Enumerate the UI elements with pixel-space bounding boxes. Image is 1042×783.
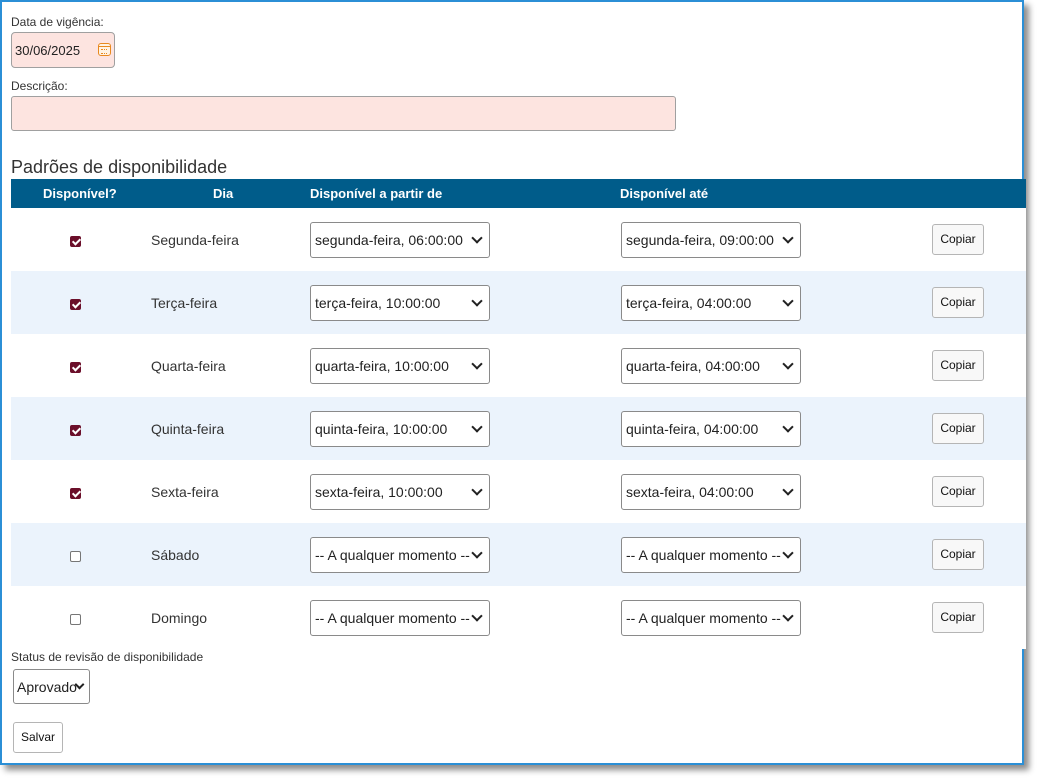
select-value: segunda-feira, 06:00:00 — [315, 232, 463, 248]
chevron-down-icon — [782, 421, 794, 433]
copy-button[interactable]: Copiar — [932, 476, 984, 507]
available-checkbox[interactable] — [70, 614, 81, 625]
select-value: -- A qualquer momento -- — [626, 610, 781, 626]
copy-button[interactable]: Copiar — [932, 602, 984, 633]
select-value: -- A qualquer momento -- — [626, 547, 781, 563]
chevron-down-icon — [471, 484, 483, 496]
chevron-down-icon — [471, 358, 483, 370]
chevron-down-icon — [782, 295, 794, 307]
chevron-down-icon — [782, 232, 794, 244]
window-frame: Data de vigência: 30/06/2025 Descrição: … — [0, 0, 1026, 765]
table-row: Sábado -- A qualquer momento -- -- A qua… — [11, 523, 1026, 586]
header-available-from: Disponível a partir de — [310, 186, 443, 201]
day-name: Quinta-feira — [151, 421, 225, 437]
day-name: Sexta-feira — [151, 484, 219, 500]
select-value: Aprovado — [17, 679, 77, 695]
available-checkbox[interactable] — [70, 362, 81, 373]
available-from-select[interactable]: segunda-feira, 06:00:00 — [310, 222, 490, 258]
select-value: terça-feira, 04:00:00 — [626, 295, 752, 311]
table-row: Domingo -- A qualquer momento -- -- A qu… — [11, 586, 1026, 649]
select-value: sexta-feira, 10:00:00 — [315, 484, 443, 500]
table-row: Quinta-feira quinta-feira, 10:00:00 quin… — [11, 397, 1026, 460]
available-checkbox[interactable] — [70, 299, 81, 310]
available-to-select[interactable]: -- A qualquer momento -- — [621, 600, 801, 636]
chevron-down-icon — [471, 295, 483, 307]
table-header: Disponível? Dia Disponível a partir de D… — [11, 179, 1026, 208]
available-from-select[interactable]: terça-feira, 10:00:00 — [310, 285, 490, 321]
chevron-down-icon — [471, 610, 483, 622]
available-from-select[interactable]: -- A qualquer momento -- — [310, 600, 490, 636]
header-available-to: Disponível até — [620, 186, 709, 201]
select-value: quinta-feira, 10:00:00 — [315, 421, 448, 437]
description-field[interactable] — [11, 96, 676, 131]
table-row: Terça-feira terça-feira, 10:00:00 terça-… — [11, 271, 1026, 334]
copy-button[interactable]: Copiar — [932, 287, 984, 318]
select-value: sexta-feira, 04:00:00 — [626, 484, 754, 500]
available-checkbox[interactable] — [70, 551, 81, 562]
available-to-select[interactable]: segunda-feira, 09:00:00 — [621, 222, 801, 258]
chevron-down-icon — [471, 232, 483, 244]
review-status-label: Status de revisão de disponibilidade — [11, 650, 204, 664]
availability-table: Disponível? Dia Disponível a partir de D… — [11, 179, 1026, 649]
effective-date-field[interactable]: 30/06/2025 — [11, 32, 115, 68]
chevron-down-icon — [782, 610, 794, 622]
available-to-select[interactable]: quinta-feira, 04:00:00 — [621, 411, 801, 447]
date-label: Data de vigência: — [11, 15, 104, 29]
available-from-select[interactable]: quinta-feira, 10:00:00 — [310, 411, 490, 447]
calendar-icon[interactable] — [98, 43, 111, 56]
copy-button[interactable]: Copiar — [932, 413, 984, 444]
date-value: 30/06/2025 — [15, 43, 81, 58]
select-value: -- A qualquer momento -- — [315, 610, 470, 626]
available-from-select[interactable]: -- A qualquer momento -- — [310, 537, 490, 573]
available-checkbox[interactable] — [70, 425, 81, 436]
chevron-down-icon — [471, 547, 483, 559]
available-from-select[interactable]: sexta-feira, 10:00:00 — [310, 474, 490, 510]
day-name: Domingo — [151, 610, 208, 626]
section-title: Padrões de disponibilidade — [11, 157, 228, 177]
available-checkbox[interactable] — [70, 488, 81, 499]
description-label: Descrição: — [11, 79, 68, 93]
chevron-down-icon — [782, 547, 794, 559]
save-button[interactable]: Salvar — [13, 722, 63, 753]
select-value: terça-feira, 10:00:00 — [315, 295, 441, 311]
copy-button[interactable]: Copiar — [932, 224, 984, 255]
available-to-select[interactable]: quarta-feira, 04:00:00 — [621, 348, 801, 384]
header-day: Dia — [213, 186, 234, 201]
select-value: segunda-feira, 09:00:00 — [626, 232, 774, 248]
day-name: Segunda-feira — [151, 232, 239, 248]
copy-button[interactable]: Copiar — [932, 350, 984, 381]
available-checkbox[interactable] — [70, 236, 81, 247]
available-to-select[interactable]: terça-feira, 04:00:00 — [621, 285, 801, 321]
day-name: Quarta-feira — [151, 358, 226, 374]
header-available: Disponível? — [43, 186, 117, 201]
available-to-select[interactable]: -- A qualquer momento -- — [621, 537, 801, 573]
table-body: Segunda-feira segunda-feira, 06:00:00 se… — [11, 208, 1026, 649]
chevron-down-icon — [782, 358, 794, 370]
table-row: Segunda-feira segunda-feira, 06:00:00 se… — [11, 208, 1026, 271]
chevron-down-icon — [471, 421, 483, 433]
day-name: Terça-feira — [151, 295, 218, 311]
select-value: quinta-feira, 04:00:00 — [626, 421, 759, 437]
select-value: quarta-feira, 04:00:00 — [626, 358, 760, 374]
review-status-select[interactable]: Aprovado — [13, 669, 90, 704]
select-value: quarta-feira, 10:00:00 — [315, 358, 449, 374]
copy-button[interactable]: Copiar — [932, 539, 984, 570]
table-row: Sexta-feira sexta-feira, 10:00:00 sexta-… — [11, 460, 1026, 523]
available-from-select[interactable]: quarta-feira, 10:00:00 — [310, 348, 490, 384]
select-value: -- A qualquer momento -- — [315, 547, 470, 563]
available-to-select[interactable]: sexta-feira, 04:00:00 — [621, 474, 801, 510]
day-name: Sábado — [151, 547, 200, 563]
chevron-down-icon — [782, 484, 794, 496]
table-row: Quarta-feira quarta-feira, 10:00:00 quar… — [11, 334, 1026, 397]
